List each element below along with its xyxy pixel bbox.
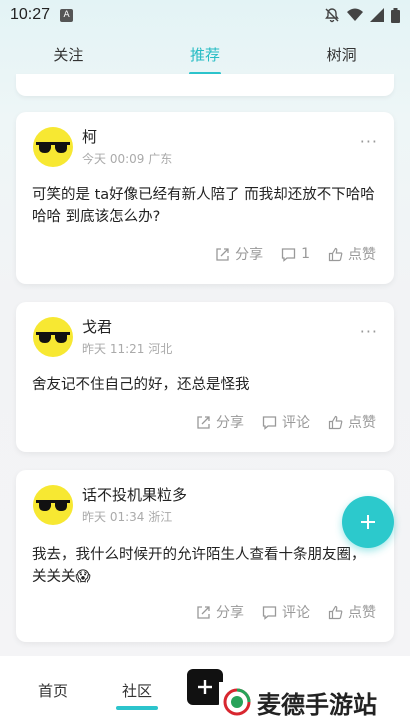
share-button[interactable]: 分享 [196, 412, 244, 432]
wifi-icon [347, 8, 363, 21]
post-card[interactable]: 柯 今天 00:09 广东 ··· 可笑的是 ta好像已经有新人陪了 而我却还放… [16, 112, 394, 284]
comment-icon [262, 415, 277, 430]
share-label: 分享 [216, 415, 244, 431]
share-icon [216, 247, 229, 261]
post-meta: 今天 00:09 广东 [82, 152, 173, 166]
mute-icon [325, 8, 339, 23]
post-meta: 昨天 01:34 浙江 [82, 510, 173, 524]
avatar[interactable] [32, 484, 74, 526]
tab-follow[interactable]: 关注 [39, 40, 97, 69]
signal-icon [370, 8, 384, 22]
like-button[interactable]: 点赞 [328, 244, 376, 264]
post-actions: 分享 评论 点赞 [196, 412, 376, 432]
share-button[interactable]: 分享 [215, 244, 263, 264]
share-label: 分享 [216, 605, 244, 621]
watermark-text: 麦德手游站 [257, 690, 377, 719]
like-label: 点赞 [348, 605, 376, 621]
post-text[interactable]: 我去，我什么时候开的允许陌生人查看十条朋友圈，关关关😱 [32, 544, 374, 588]
thumbs-up-icon [328, 415, 343, 429]
post-actions: 分享 1 点赞 [215, 244, 376, 264]
app-notification-icon: A [60, 8, 74, 22]
post-text[interactable]: 可笑的是 ta好像已经有新人陪了 而我却还放不下哈哈哈哈 到底该怎么办? [32, 184, 378, 228]
nav-active-indicator [116, 706, 158, 710]
nav-community[interactable]: 社区 [122, 680, 152, 701]
more-options-button[interactable]: ··· [360, 322, 378, 341]
status-time: 10:27 [10, 6, 51, 23]
status-icons [324, 7, 400, 23]
post-meta: 昨天 11:21 河北 [82, 342, 173, 356]
comment-button[interactable]: 评论 [262, 412, 310, 432]
nav-publish-button[interactable] [187, 669, 223, 705]
like-button[interactable]: 点赞 [328, 412, 376, 432]
plus-icon [198, 680, 212, 694]
plus-icon [361, 515, 375, 529]
nav-home[interactable]: 首页 [38, 680, 68, 701]
post-card[interactable]: 话不投机果粒多 昨天 01:34 浙江 我去，我什么时候开的允许陌生人查看十条朋… [16, 470, 394, 642]
comment-count: 1 [301, 246, 310, 262]
comment-label: 评论 [282, 415, 310, 431]
post-card[interactable]: 戈君 昨天 11:21 河北 ··· 舍友记不住自己的好，还总是怪我 分享 评论… [16, 302, 394, 452]
post-username[interactable]: 话不投机果粒多 [82, 484, 187, 505]
comment-icon [281, 247, 296, 262]
like-label: 点赞 [348, 415, 376, 431]
watermark: 麦德手游站 [219, 682, 383, 722]
post-username[interactable]: 柯 [82, 126, 97, 147]
more-options-button[interactable]: ··· [360, 132, 378, 151]
share-button[interactable]: 分享 [196, 602, 244, 622]
create-post-button[interactable] [342, 496, 394, 548]
status-bar: 10:27 A [0, 0, 410, 30]
share-label: 分享 [235, 247, 264, 263]
comment-icon [262, 605, 277, 620]
like-button[interactable]: 点赞 [328, 602, 376, 622]
like-label: 点赞 [348, 247, 376, 263]
watermark-logo-icon [223, 688, 251, 716]
avatar[interactable] [32, 126, 74, 168]
comment-label: 评论 [282, 605, 310, 621]
top-tabs: 关注 推荐 树洞 [0, 36, 410, 72]
battery-icon [391, 7, 400, 23]
comment-button[interactable]: 评论 [262, 602, 310, 622]
post-text[interactable]: 舍友记不住自己的好，还总是怪我 [32, 374, 378, 396]
thumbs-up-icon [328, 605, 343, 619]
thumbs-up-icon [328, 247, 343, 261]
comment-button[interactable]: 1 [281, 246, 310, 262]
share-icon [197, 605, 210, 619]
tab-recommend[interactable]: 推荐 [176, 40, 234, 69]
post-username[interactable]: 戈君 [82, 316, 112, 337]
post-actions: 分享 评论 点赞 [196, 602, 376, 622]
post-card-partial[interactable] [16, 74, 394, 96]
share-icon [197, 415, 210, 429]
avatar[interactable] [32, 316, 74, 358]
tab-treehole[interactable]: 树洞 [313, 40, 371, 69]
